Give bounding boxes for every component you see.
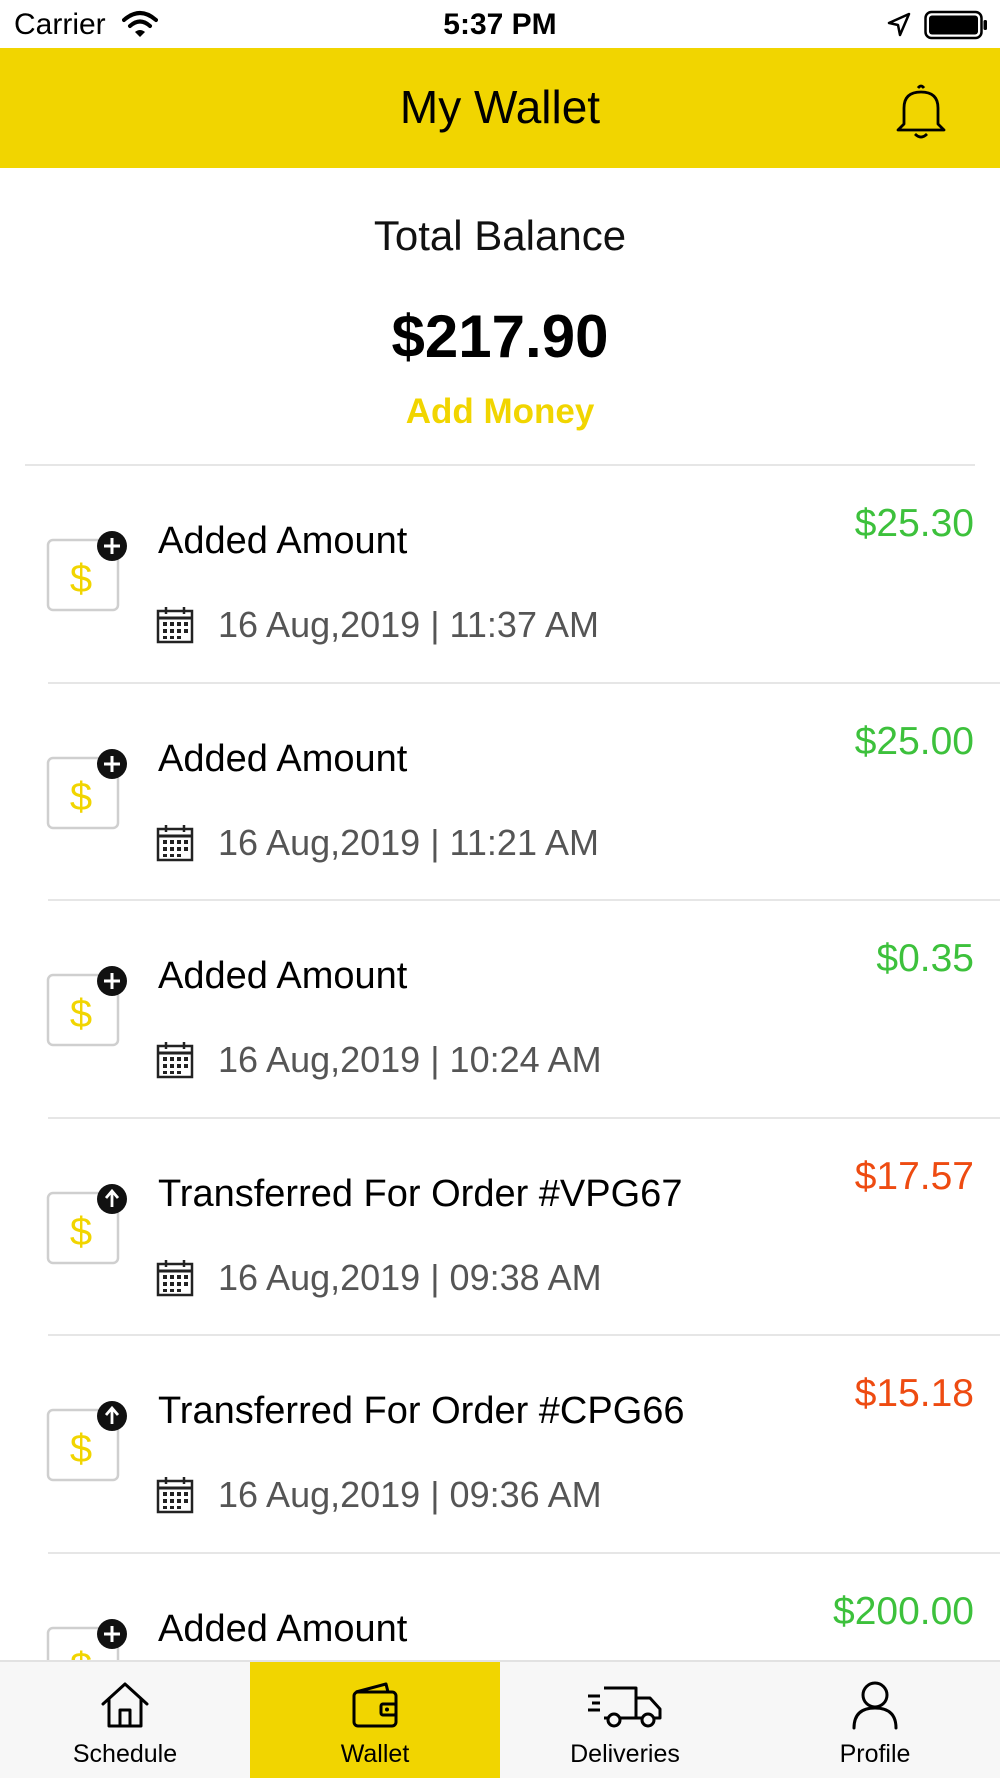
calendar-icon xyxy=(156,824,194,861)
dollar-transfer-icon: $ xyxy=(46,1401,127,1482)
svg-text:$: $ xyxy=(70,1427,92,1471)
transaction-row[interactable]: $ Added Amount 16 Aug,2019 | 11:37 AM $2… xyxy=(0,466,1000,684)
total-balance-amount: $217.90 xyxy=(391,303,609,370)
svg-text:$: $ xyxy=(70,992,92,1036)
tab-deliveries[interactable]: Deliveries xyxy=(500,1662,750,1778)
calendar-icon xyxy=(156,1042,194,1079)
total-balance-label: Total Balance xyxy=(373,212,627,259)
svg-text:$: $ xyxy=(70,1210,92,1254)
dollar-add-icon: $ xyxy=(46,531,127,612)
transaction-title: Added Amount xyxy=(158,737,408,780)
transaction-date: 16 Aug,2019 | 09:38 AM xyxy=(218,1256,602,1298)
transaction-amount: $17.57 xyxy=(854,1154,974,1198)
calendar-icon xyxy=(156,1477,194,1514)
tab-profile[interactable]: Profile xyxy=(750,1662,1000,1778)
transaction-title: Transferred For Order #VPG67 xyxy=(158,1172,683,1215)
transaction-row[interactable]: $ Transferred For Order #CPG66 16 Aug,20… xyxy=(0,1336,1000,1554)
home-icon xyxy=(101,1682,149,1728)
transaction-amount: $15.18 xyxy=(854,1372,974,1415)
transaction-title: Added Amount xyxy=(158,520,408,562)
transaction-date: 16 Aug,2019 | 09:36 AM xyxy=(218,1474,602,1515)
transaction-amount: $25.30 xyxy=(854,502,974,545)
transaction-amount: $25.00 xyxy=(854,719,974,763)
transaction-amount: $0.35 xyxy=(876,937,974,980)
dollar-transfer-icon: $ xyxy=(46,1183,127,1264)
transaction-date: 16 Aug,2019 | 11:37 AM xyxy=(218,604,599,645)
transaction-title: Transferred For Order #CPG66 xyxy=(158,1390,685,1432)
calendar-icon xyxy=(156,607,194,644)
tab-label: Wallet xyxy=(340,1740,410,1768)
tab-label: Profile xyxy=(839,1740,911,1768)
svg-text:$: $ xyxy=(70,1645,92,1661)
tab-label: Schedule xyxy=(72,1740,178,1768)
dollar-add-icon: $ xyxy=(46,748,127,829)
transaction-row[interactable]: $ Added Amount 16 Aug,2019 | 10:24 AM $0… xyxy=(0,901,1000,1119)
transaction-row[interactable]: $ Added Amount $200.00 xyxy=(0,1554,1000,1661)
transaction-title: Added Amount xyxy=(158,955,408,997)
transaction-amount: $200.00 xyxy=(833,1589,974,1633)
calendar-icon xyxy=(156,1259,194,1296)
dollar-add-icon: $ xyxy=(46,1618,127,1661)
svg-text:$: $ xyxy=(70,557,92,601)
person-icon xyxy=(852,1681,898,1730)
transaction-title: Added Amount xyxy=(158,1607,408,1650)
tab-wallet[interactable]: Wallet xyxy=(250,1662,500,1778)
transaction-row[interactable]: $ Transferred For Order #VPG67 16 Aug,20… xyxy=(0,1119,1000,1336)
truck-icon xyxy=(588,1686,662,1728)
transaction-date: 16 Aug,2019 | 10:24 AM xyxy=(218,1039,602,1080)
transaction-row[interactable]: $ Added Amount 16 Aug,2019 | 11:21 AM $2… xyxy=(0,684,1000,901)
tab-label: Deliveries xyxy=(570,1740,680,1768)
transaction-list[interactable]: $ Added Amount 16 Aug,2019 | 11:37 AM $2… xyxy=(0,466,1000,1660)
location-arrow-icon xyxy=(887,12,911,37)
dollar-add-icon: $ xyxy=(46,966,127,1047)
wallet-icon xyxy=(352,1682,398,1728)
app-header: My Wallet xyxy=(0,48,1000,168)
battery-icon xyxy=(924,10,987,40)
add-money-button[interactable]: Add Money xyxy=(350,392,650,432)
svg-text:$: $ xyxy=(70,775,92,819)
tab-bar: Schedule Wallet Deliveries Profile xyxy=(0,1660,1000,1778)
tab-schedule[interactable]: Schedule xyxy=(0,1662,250,1778)
bell-icon[interactable] xyxy=(890,80,952,142)
status-time: 5:37 PM xyxy=(443,8,557,41)
status-bar: Carrier 5:37 PM xyxy=(0,0,1000,48)
page-title: My Wallet xyxy=(399,81,601,133)
transaction-date: 16 Aug,2019 | 11:21 AM xyxy=(218,821,599,863)
